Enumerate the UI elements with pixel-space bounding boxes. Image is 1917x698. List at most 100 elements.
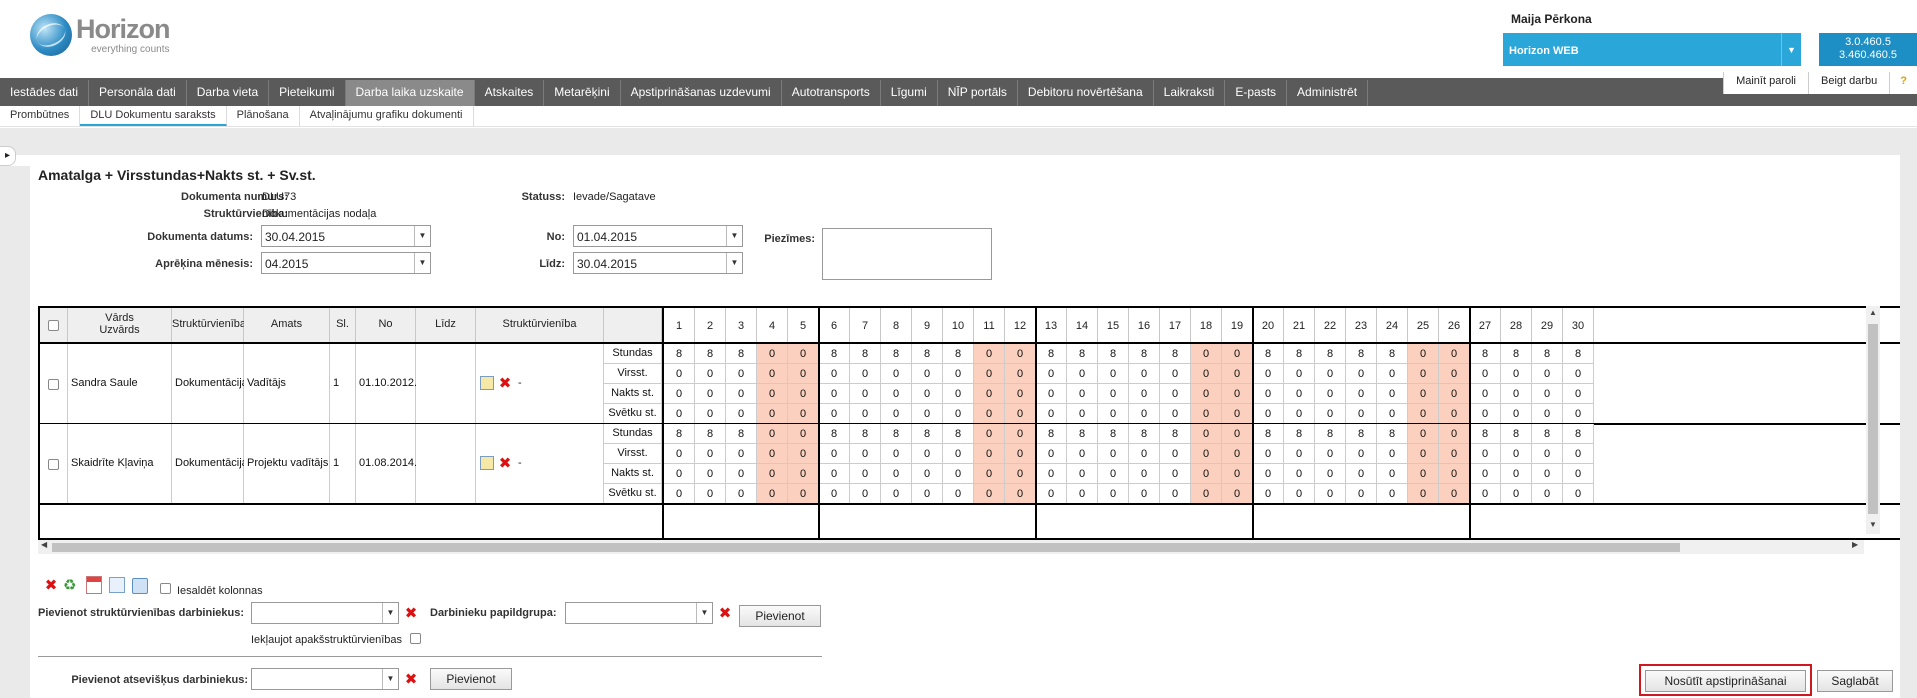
hour-cell[interactable]: 0 — [943, 484, 974, 504]
hour-cell[interactable]: 8 — [1501, 344, 1532, 364]
hour-cell[interactable]: 8 — [1253, 344, 1284, 364]
hour-cell[interactable]: 8 — [1036, 344, 1067, 364]
hour-cell[interactable]: 8 — [664, 424, 695, 444]
hour-cell[interactable]: 0 — [757, 484, 788, 504]
hour-cell[interactable]: 0 — [1284, 484, 1315, 504]
hour-cell[interactable]: 0 — [1377, 444, 1408, 464]
hour-cell[interactable]: 0 — [1067, 384, 1098, 404]
hour-cell[interactable]: 0 — [1098, 364, 1129, 384]
hour-cell[interactable]: 8 — [912, 344, 943, 364]
hour-cell[interactable]: 0 — [1160, 444, 1191, 464]
hour-cell[interactable]: 0 — [1315, 464, 1346, 484]
hour-cell[interactable]: 0 — [974, 484, 1005, 504]
hour-cell[interactable]: 0 — [757, 404, 788, 424]
chevron-down-icon[interactable]: ▼ — [1781, 33, 1801, 66]
subnav-item[interactable]: DLU Dokumentu saraksts — [80, 106, 227, 126]
hour-cell[interactable]: 0 — [1408, 404, 1439, 424]
hour-cell[interactable]: 0 — [1377, 364, 1408, 384]
hour-cell[interactable]: 0 — [1098, 464, 1129, 484]
hour-cell[interactable]: 0 — [1408, 484, 1439, 504]
hour-cell[interactable]: 0 — [1005, 364, 1036, 384]
calc-month-field[interactable]: 04.2015 ▼ — [261, 252, 431, 274]
chevron-down-icon[interactable]: ▼ — [726, 253, 742, 273]
hour-cell[interactable]: 0 — [1222, 364, 1253, 384]
hour-cell[interactable]: 0 — [1470, 484, 1501, 504]
nav-item[interactable]: Pieteikumi — [269, 80, 346, 108]
hour-cell[interactable]: 0 — [726, 384, 757, 404]
hour-cell[interactable]: 8 — [819, 424, 850, 444]
chevron-down-icon[interactable]: ▼ — [696, 603, 712, 623]
hour-cell[interactable]: 8 — [1346, 424, 1377, 444]
hour-cell[interactable]: 0 — [1284, 464, 1315, 484]
hour-cell[interactable]: 0 — [850, 404, 881, 424]
edit-icon[interactable] — [480, 456, 494, 470]
freeze-columns-checkbox[interactable] — [160, 583, 171, 594]
hour-cell[interactable]: 0 — [1315, 444, 1346, 464]
hour-cell[interactable]: 0 — [1098, 484, 1129, 504]
delete-icon[interactable]: ✖ — [498, 376, 512, 391]
hour-cell[interactable]: 0 — [1470, 364, 1501, 384]
hour-cell[interactable]: 0 — [1470, 404, 1501, 424]
hour-cell[interactable]: 0 — [1284, 444, 1315, 464]
hour-cell[interactable]: 0 — [1160, 484, 1191, 504]
hour-cell[interactable]: 0 — [1346, 404, 1377, 424]
hour-cell[interactable]: 0 — [1346, 364, 1377, 384]
hour-cell[interactable]: 8 — [664, 344, 695, 364]
hour-cell[interactable]: 0 — [1346, 384, 1377, 404]
hour-cell[interactable]: 0 — [1067, 444, 1098, 464]
hour-cell[interactable]: 0 — [757, 364, 788, 384]
nav-item[interactable]: Darba laika uzskaite — [345, 80, 475, 108]
hour-cell[interactable]: 0 — [1439, 404, 1470, 424]
hour-cell[interactable]: 0 — [664, 404, 695, 424]
hour-cell[interactable]: 8 — [1067, 344, 1098, 364]
edit-icon[interactable] — [480, 376, 494, 390]
horizon-logo[interactable]: Horizon everything counts — [30, 14, 170, 56]
hour-cell[interactable]: 0 — [1532, 404, 1563, 424]
hour-cell[interactable]: 0 — [1501, 444, 1532, 464]
hour-cell[interactable]: 8 — [850, 344, 881, 364]
hour-cell[interactable]: 0 — [1439, 444, 1470, 464]
hour-cell[interactable]: 8 — [1129, 424, 1160, 444]
hour-cell[interactable]: 8 — [1098, 424, 1129, 444]
vertical-scrollbar[interactable]: ▲ ▼ — [1866, 306, 1880, 534]
hour-cell[interactable]: 0 — [1067, 404, 1098, 424]
hour-cell[interactable]: 0 — [1253, 404, 1284, 424]
help-icon[interactable]: ? — [1889, 72, 1917, 94]
add-button[interactable]: Pievienot — [739, 605, 821, 627]
hour-cell[interactable]: 0 — [1532, 384, 1563, 404]
hour-cell[interactable]: 0 — [850, 464, 881, 484]
hour-cell[interactable]: 0 — [1160, 404, 1191, 424]
save-button[interactable]: Saglabāt — [1817, 670, 1893, 692]
hour-cell[interactable]: 8 — [1253, 424, 1284, 444]
hour-cell[interactable]: 8 — [1377, 344, 1408, 364]
hour-cell[interactable]: 0 — [695, 404, 726, 424]
hour-cell[interactable]: 0 — [1098, 384, 1129, 404]
hour-cell[interactable]: 0 — [1284, 364, 1315, 384]
hour-cell[interactable]: 0 — [1129, 484, 1160, 504]
hour-cell[interactable]: 0 — [695, 444, 726, 464]
hour-cell[interactable]: 0 — [1284, 404, 1315, 424]
hour-cell[interactable]: 0 — [1501, 484, 1532, 504]
hour-cell[interactable]: 0 — [850, 444, 881, 464]
hour-cell[interactable]: 0 — [1036, 464, 1067, 484]
hour-cell[interactable]: 0 — [1129, 464, 1160, 484]
clear-icon[interactable]: ✖ — [403, 606, 419, 622]
hour-cell[interactable]: 8 — [881, 424, 912, 444]
hour-cell[interactable]: 0 — [1532, 444, 1563, 464]
hour-cell[interactable]: 0 — [1222, 424, 1253, 444]
sidebar-toggle-icon[interactable]: ▸ — [0, 146, 16, 166]
hour-cell[interactable]: 0 — [1253, 464, 1284, 484]
hour-cell[interactable]: 8 — [1563, 344, 1594, 364]
include-subunits-checkbox[interactable] — [410, 633, 421, 644]
nav-item[interactable]: Laikraksti — [1154, 80, 1226, 108]
hour-cell[interactable]: 0 — [1532, 464, 1563, 484]
hour-cell[interactable]: 0 — [664, 484, 695, 504]
hour-cell[interactable]: 0 — [1160, 364, 1191, 384]
hour-cell[interactable]: 0 — [1439, 384, 1470, 404]
hour-cell[interactable]: 0 — [1346, 464, 1377, 484]
hour-cell[interactable]: 0 — [1067, 464, 1098, 484]
hour-cell[interactable]: 0 — [788, 444, 819, 464]
chevron-down-icon[interactable]: ▼ — [382, 669, 398, 689]
hour-cell[interactable]: 0 — [664, 444, 695, 464]
hour-cell[interactable]: 0 — [1160, 464, 1191, 484]
